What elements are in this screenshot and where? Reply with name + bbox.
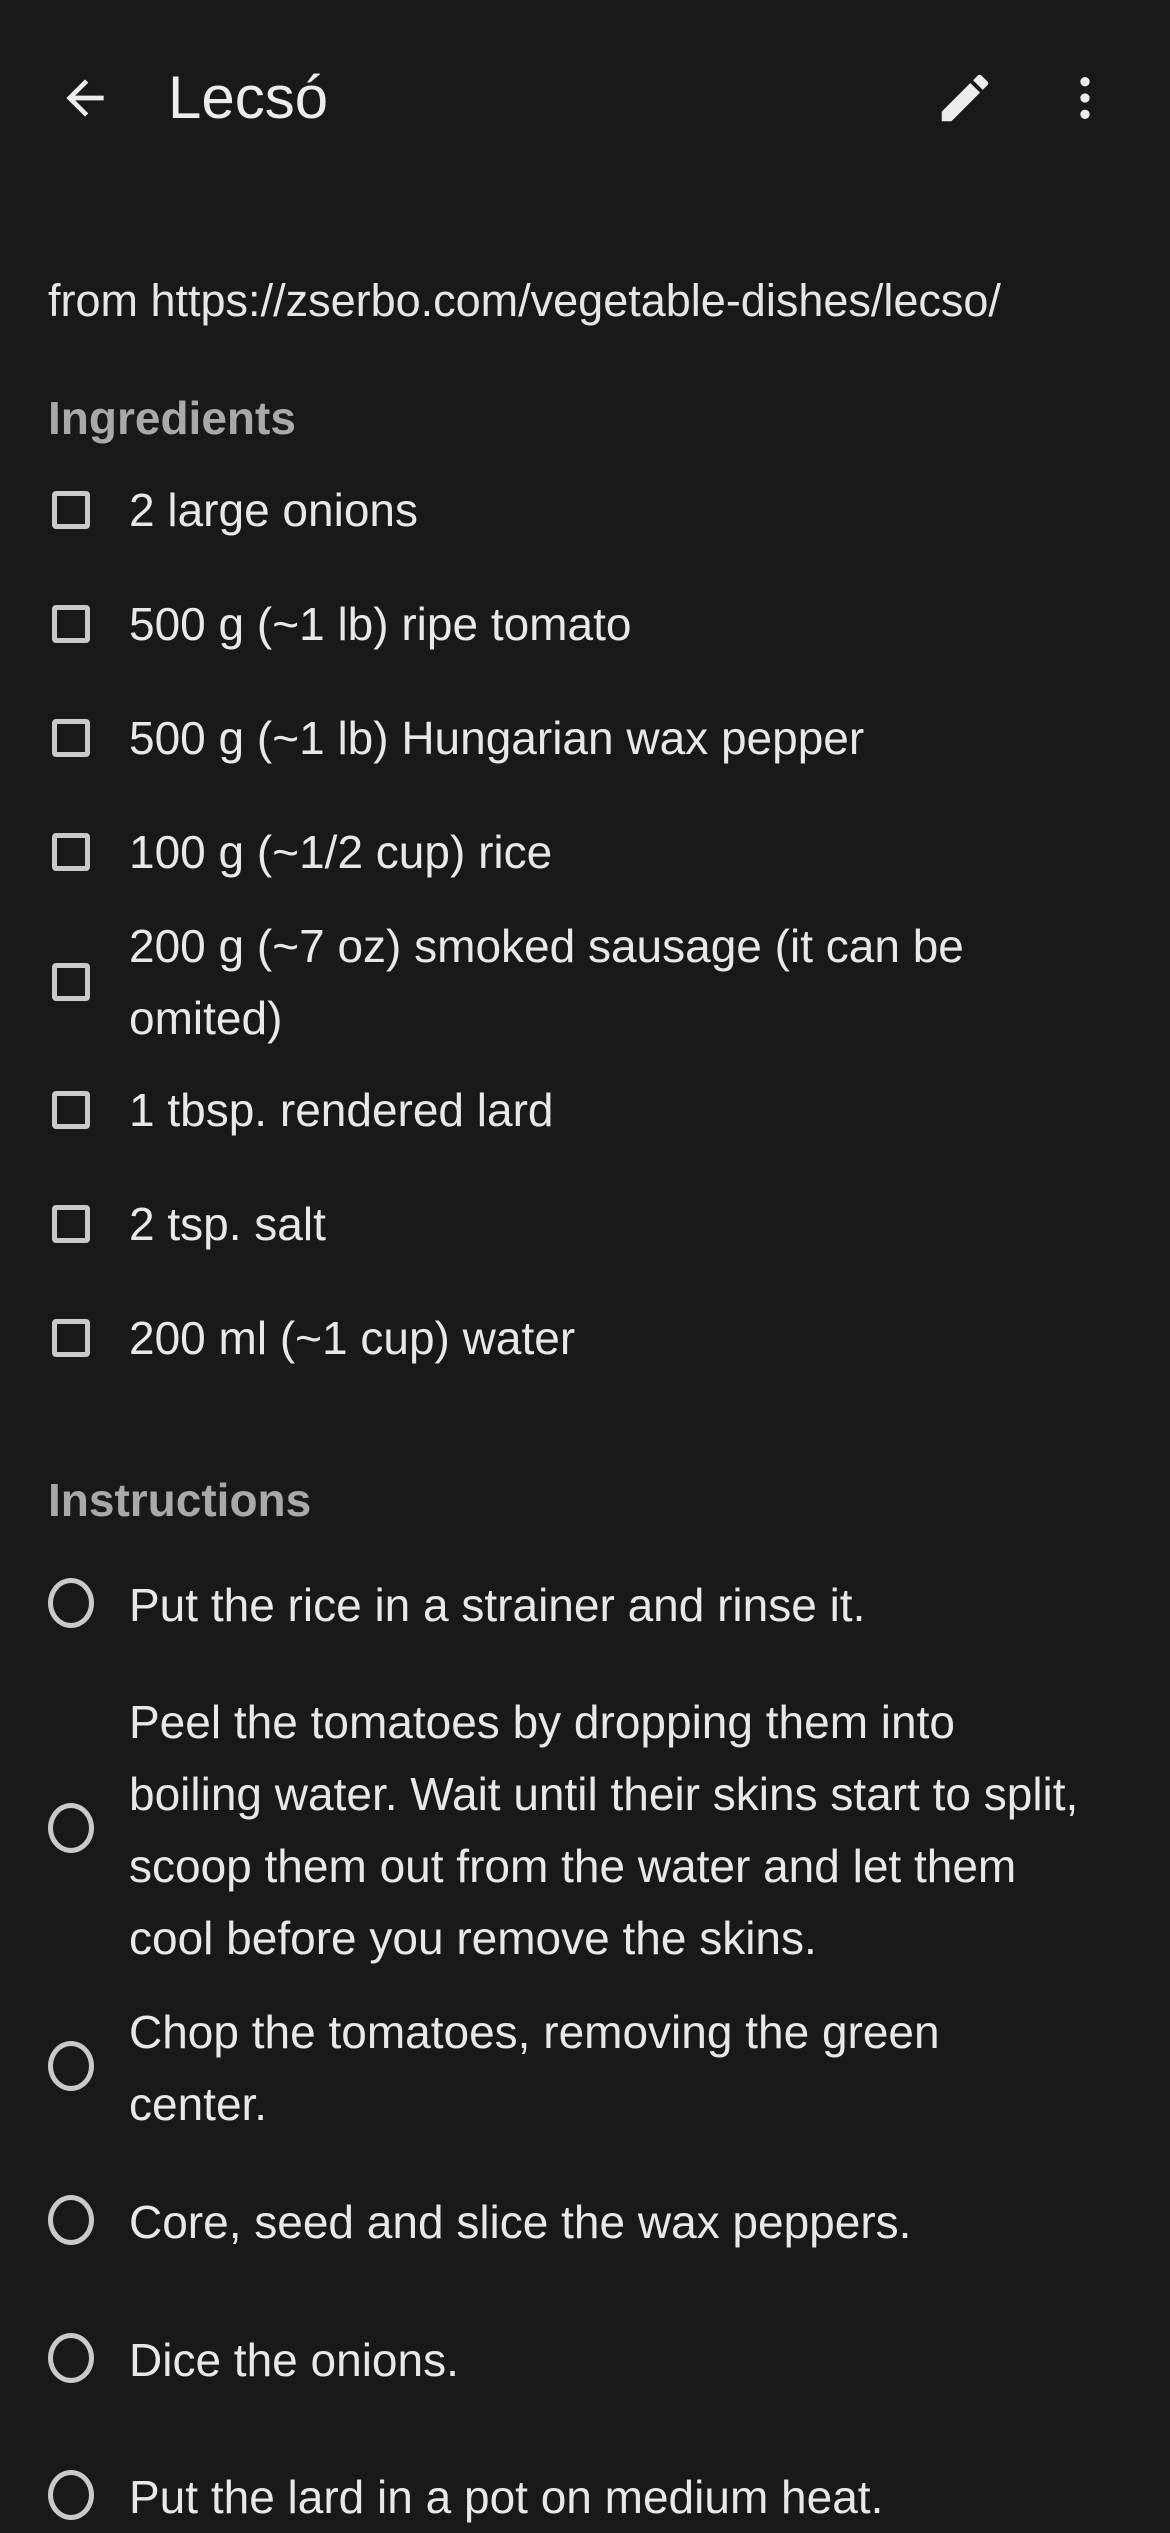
instruction-step[interactable]: Put the lard in a pot on medium heat. (0, 2461, 1170, 2533)
ingredient-item[interactable]: 200 ml (~1 cup) water (0, 1302, 1170, 1374)
radio-button[interactable] (48, 1803, 94, 1853)
ingredient-item[interactable]: 2 large onions (0, 474, 1170, 546)
ingredient-text: 500 g (~1 lb) Hungarian wax pepper (129, 712, 865, 764)
checkbox[interactable] (52, 1205, 90, 1243)
recipe-source: from https://zserbo.com/vegetable-dishes… (48, 275, 1001, 326)
instruction-text: Core, seed and slice the wax peppers. (129, 2196, 912, 2248)
ingredients-heading: Ingredients (48, 392, 296, 444)
instruction-step[interactable]: Peel the tomatoes by dropping them into … (0, 1686, 1170, 1974)
pencil-icon (941, 74, 989, 122)
radio-button[interactable] (48, 1578, 94, 1628)
radio-button[interactable] (48, 2470, 94, 2520)
arrow-left-icon (66, 79, 104, 117)
ingredient-item[interactable]: 500 g (~1 lb) ripe tomato (0, 588, 1170, 660)
instruction-text: Dice the onions. (129, 2334, 459, 2386)
ingredient-item[interactable]: 2 tsp. salt (0, 1188, 1170, 1260)
checkbox[interactable] (52, 1319, 90, 1357)
checkbox[interactable] (52, 833, 90, 871)
more-options-button[interactable] (1040, 48, 1130, 148)
checkbox[interactable] (52, 491, 90, 529)
edit-button[interactable] (920, 48, 1010, 148)
ingredient-text: 2 tsp. salt (129, 1198, 326, 1250)
instruction-text: Put the lard in a pot on medium heat. (129, 2471, 884, 2523)
instruction-step[interactable]: Chop the tomatoes, removing the green ce… (0, 1996, 1170, 2140)
ingredient-text: 2 large onions (129, 484, 418, 536)
checkbox[interactable] (52, 605, 90, 643)
ingredient-text: 200 ml (~1 cup) water (129, 1312, 576, 1364)
ingredient-text: 200 g (~7 oz) smoked sausage (it can be … (129, 920, 964, 1044)
ingredient-text: 100 g (~1/2 cup) rice (129, 826, 553, 878)
radio-button[interactable] (48, 2041, 94, 2091)
instruction-step[interactable]: Core, seed and slice the wax peppers. (0, 2186, 1170, 2258)
ingredient-text: 500 g (~1 lb) ripe tomato (129, 598, 632, 650)
more-vertical-icon (1080, 77, 1090, 119)
ingredient-item[interactable]: 100 g (~1/2 cup) rice (0, 816, 1170, 888)
radio-button[interactable] (48, 2333, 94, 2383)
instruction-text: Chop the tomatoes, removing the green ce… (129, 2006, 940, 2130)
ingredient-item[interactable]: 1 tbsp. rendered lard (0, 1074, 1170, 1146)
ingredient-item[interactable]: 500 g (~1 lb) Hungarian wax pepper (0, 702, 1170, 774)
radio-button[interactable] (48, 2195, 94, 2245)
instruction-text: Put the rice in a strainer and rinse it. (129, 1579, 866, 1631)
instruction-text: Peel the tomatoes by dropping them into … (129, 1696, 1079, 1964)
checkbox[interactable] (52, 1091, 90, 1129)
instruction-step[interactable]: Dice the onions. (0, 2324, 1170, 2396)
checkbox[interactable] (52, 963, 90, 1001)
ingredient-item[interactable]: 200 g (~7 oz) smoked sausage (it can be … (0, 910, 1170, 1054)
app-bar: Lecsó (0, 0, 1170, 200)
page-title: Lecsó (168, 64, 329, 131)
instructions-heading: Instructions (48, 1474, 312, 1526)
instruction-step[interactable]: Put the rice in a strainer and rinse it. (0, 1569, 1170, 1641)
checkbox[interactable] (52, 719, 90, 757)
ingredient-text: 1 tbsp. rendered lard (129, 1084, 554, 1136)
back-button[interactable] (40, 48, 130, 148)
